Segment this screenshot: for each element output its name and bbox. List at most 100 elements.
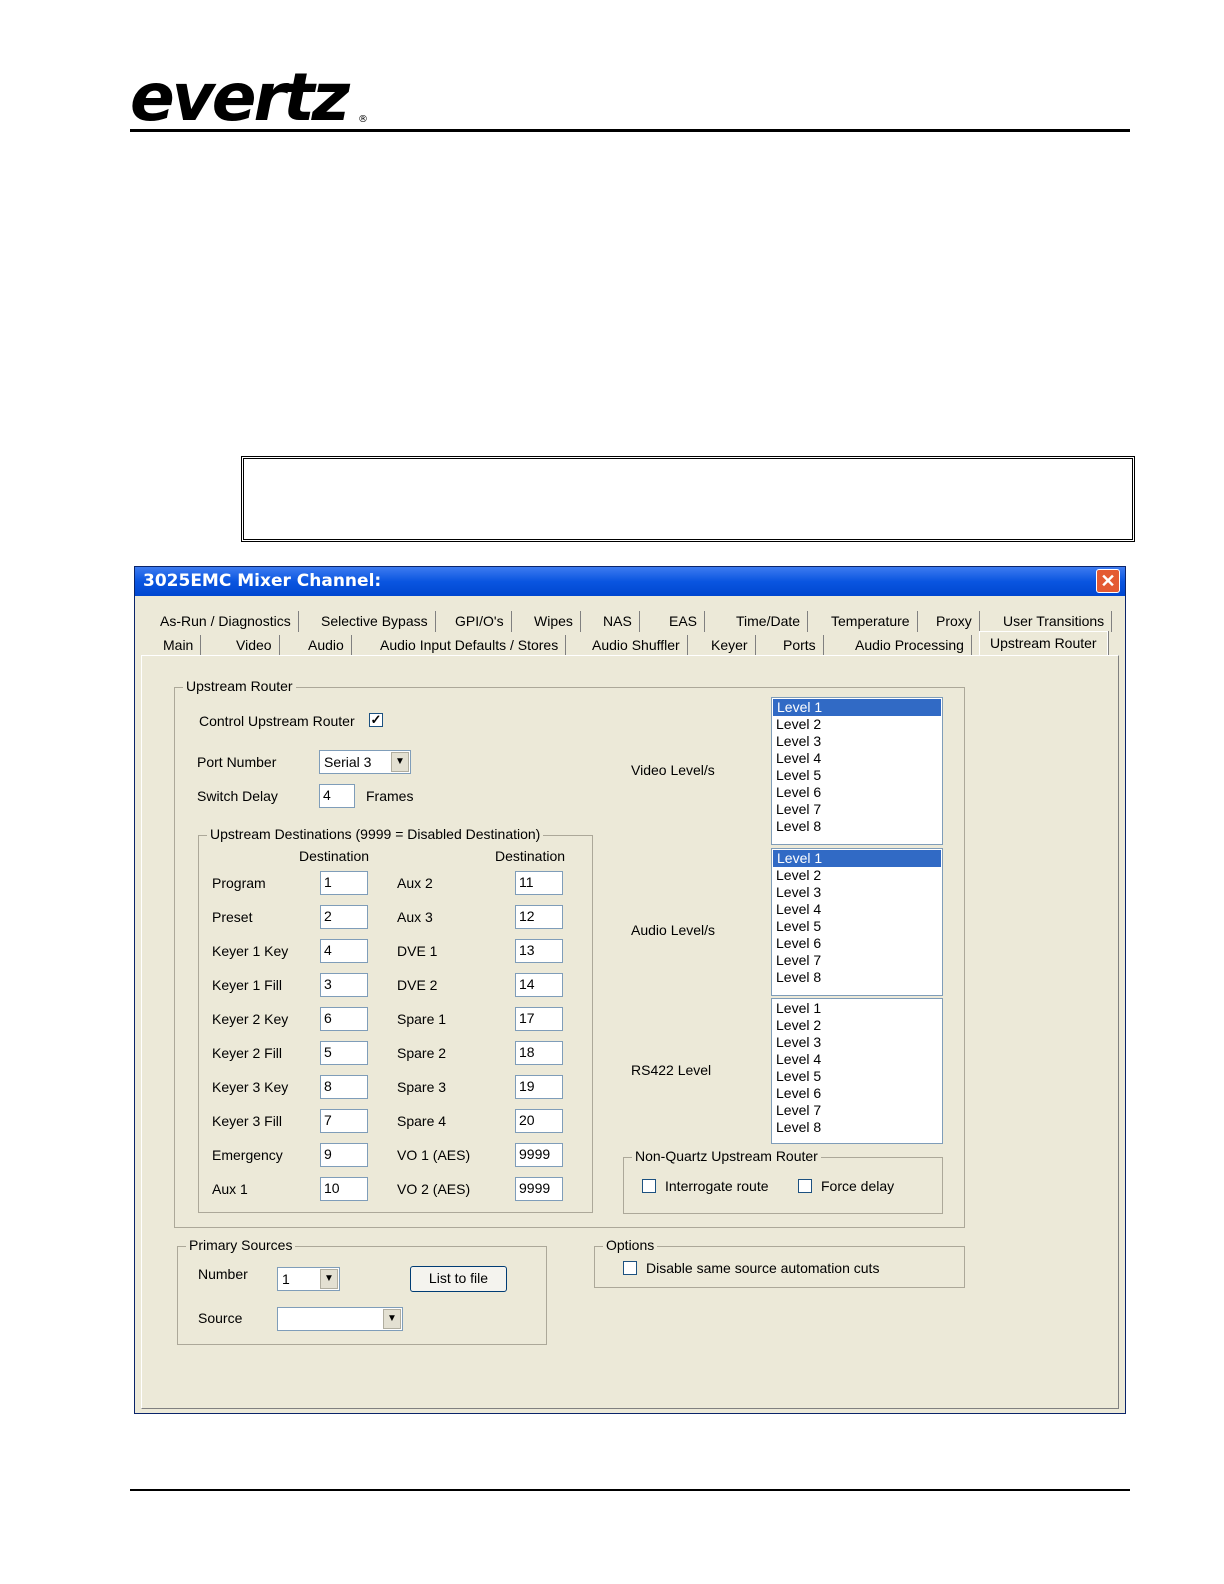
rs422-level-item[interactable]: Level 1 xyxy=(772,1000,942,1017)
destination-left-label: Keyer 1 Fill xyxy=(212,977,283,993)
audio-level-item[interactable]: Level 8 xyxy=(772,969,942,986)
rs422-level-item[interactable]: Level 2 xyxy=(772,1017,942,1034)
tab-nas[interactable]: NAS xyxy=(596,611,640,632)
tab-wipes[interactable]: Wipes xyxy=(527,611,581,632)
destination-right-input[interactable]: 12 xyxy=(515,905,563,929)
destination-right-label: Spare 1 xyxy=(397,1011,447,1027)
destination-left-input[interactable]: 8 xyxy=(320,1075,368,1099)
destination-right-label: Spare 2 xyxy=(397,1045,447,1061)
destination-right-input[interactable]: 14 xyxy=(515,973,563,997)
video-level-item[interactable]: Level 6 xyxy=(772,784,942,801)
destination-left-input[interactable]: 4 xyxy=(320,939,368,963)
audio-levels-list[interactable]: Level 1 Level 2 Level 3 Level 4 Level 5 Level… xyxy=(771,848,943,996)
tab-audio-shuffler[interactable]: Audio Shuffler xyxy=(585,635,688,656)
tab-video[interactable]: Video xyxy=(229,635,280,656)
destination-left-input[interactable]: 10 xyxy=(320,1177,368,1201)
destination-right-input[interactable]: 9999 xyxy=(515,1143,563,1167)
source-select[interactable]: ▼ xyxy=(277,1307,403,1331)
tab-eas[interactable]: EAS xyxy=(662,611,706,632)
destination-left-input[interactable]: 3 xyxy=(320,973,368,997)
options-group: Options Disable same source automation c… xyxy=(594,1237,965,1288)
destination-left-input[interactable]: 1 xyxy=(320,871,368,895)
rs422-level-item[interactable]: Level 6 xyxy=(772,1085,942,1102)
tab-as-run-diagnostics[interactable]: As-Run / Diagnostics xyxy=(153,611,299,632)
rs422-level-item[interactable]: Level 3 xyxy=(772,1034,942,1051)
switch-delay-label: Switch Delay xyxy=(197,788,278,804)
destination-right-input[interactable]: 19 xyxy=(515,1075,563,1099)
tab-proxy[interactable]: Proxy xyxy=(929,611,980,632)
close-icon[interactable]: ✕ xyxy=(1096,569,1120,593)
title-bar[interactable]: 3025EMC Mixer Channel: ✕ xyxy=(135,567,1125,596)
tab-audio-input-defaults[interactable]: Audio Input Defaults / Stores xyxy=(373,635,567,656)
chevron-down-icon[interactable]: ▼ xyxy=(383,1309,401,1329)
audio-level-item[interactable]: Level 6 xyxy=(772,935,942,952)
destination-left-input[interactable]: 5 xyxy=(320,1041,368,1065)
tab-time-date[interactable]: Time/Date xyxy=(729,611,809,632)
destination-left-label: Emergency xyxy=(212,1147,283,1163)
destination-left-input[interactable]: 6 xyxy=(320,1007,368,1031)
tab-audio-processing[interactable]: Audio Processing xyxy=(848,635,972,656)
chevron-down-icon[interactable]: ▼ xyxy=(391,752,409,772)
destination-right-input[interactable]: 11 xyxy=(515,871,563,895)
video-level-item[interactable]: Level 5 xyxy=(772,767,942,784)
force-delay-checkbox[interactable] xyxy=(798,1179,812,1193)
destination-right-input[interactable]: 20 xyxy=(515,1109,563,1133)
video-level-item[interactable]: Level 7 xyxy=(772,801,942,818)
tab-selective-bypass[interactable]: Selective Bypass xyxy=(314,611,436,632)
destination-left-input[interactable]: 7 xyxy=(320,1109,368,1133)
destination-left-input[interactable]: 2 xyxy=(320,905,368,929)
audio-level-item[interactable]: Level 1 xyxy=(773,850,941,867)
destination-right-label: DVE 1 xyxy=(397,943,438,959)
destination-right-input[interactable]: 18 xyxy=(515,1041,563,1065)
tab-upstream-router[interactable]: Upstream Router xyxy=(979,631,1108,655)
force-delay-label: Force delay xyxy=(821,1178,895,1194)
destination-left-label: Keyer 2 Key xyxy=(212,1011,289,1027)
audio-level-item[interactable]: Level 5 xyxy=(772,918,942,935)
non-quartz-group: Non-Quartz Upstream Router Interrogate r… xyxy=(623,1148,943,1214)
tab-keyer[interactable]: Keyer xyxy=(704,635,756,656)
destination-right-input[interactable]: 9999 xyxy=(515,1177,563,1201)
port-number-value: Serial 3 xyxy=(324,754,372,770)
audio-level-item[interactable]: Level 4 xyxy=(772,901,942,918)
tab-gpios[interactable]: GPI/O's xyxy=(448,611,512,632)
rs422-level-item[interactable]: Level 5 xyxy=(772,1068,942,1085)
video-level-item[interactable]: Level 4 xyxy=(772,750,942,767)
destination-right-label: VO 1 (AES) xyxy=(397,1147,471,1163)
port-number-select[interactable]: Serial 3 ▼ xyxy=(319,750,411,774)
upstream-router-group-label: Upstream Router xyxy=(183,678,296,694)
tab-audio[interactable]: Audio xyxy=(301,635,352,656)
destination-left-input[interactable]: 9 xyxy=(320,1143,368,1167)
disable-same-source-checkbox[interactable] xyxy=(623,1261,637,1275)
switch-delay-input[interactable]: 4 xyxy=(319,784,355,808)
audio-level-item[interactable]: Level 2 xyxy=(772,867,942,884)
tab-main[interactable]: Main xyxy=(156,635,202,656)
video-level-item[interactable]: Level 2 xyxy=(772,716,942,733)
control-upstream-router-checkbox[interactable]: ✓ xyxy=(369,713,383,727)
destination-right-input[interactable]: 13 xyxy=(515,939,563,963)
rs422-level-item[interactable]: Level 7 xyxy=(772,1102,942,1119)
list-to-file-button[interactable]: List to file xyxy=(410,1266,507,1292)
tab-user-transitions[interactable]: User Transitions xyxy=(996,611,1113,632)
video-level-item[interactable]: Level 3 xyxy=(772,733,942,750)
control-upstream-router-label: Control Upstream Router xyxy=(199,713,355,729)
destination-left-label: Keyer 3 Fill xyxy=(212,1113,283,1129)
number-select[interactable]: 1 ▼ xyxy=(277,1267,340,1291)
rs422-level-label: RS422 Level xyxy=(631,1062,712,1078)
rs422-level-item[interactable]: Level 4 xyxy=(772,1051,942,1068)
rs422-level-item[interactable]: Level 8 xyxy=(772,1119,942,1136)
chevron-down-icon[interactable]: ▼ xyxy=(320,1269,338,1289)
interrogate-route-checkbox[interactable] xyxy=(642,1179,656,1193)
destination-right-input[interactable]: 17 xyxy=(515,1007,563,1031)
footer-rule xyxy=(130,1489,1130,1491)
rs422-level-list[interactable]: Level 1 Level 2 Level 3 Level 4 Level 5 Level… xyxy=(771,998,943,1144)
video-levels-list[interactable]: Level 1 Level 2 Level 3 Level 4 Level 5 Level… xyxy=(771,697,943,845)
window-title: 3025EMC Mixer Channel: xyxy=(143,571,382,591)
destination-left-label: Program xyxy=(212,875,266,891)
destination-right-label: Spare 3 xyxy=(397,1079,447,1095)
tab-ports[interactable]: Ports xyxy=(776,635,824,656)
audio-level-item[interactable]: Level 3 xyxy=(772,884,942,901)
audio-level-item[interactable]: Level 7 xyxy=(772,952,942,969)
video-level-item[interactable]: Level 8 xyxy=(772,818,942,835)
video-level-item[interactable]: Level 1 xyxy=(773,699,941,716)
tab-temperature[interactable]: Temperature xyxy=(824,611,918,632)
